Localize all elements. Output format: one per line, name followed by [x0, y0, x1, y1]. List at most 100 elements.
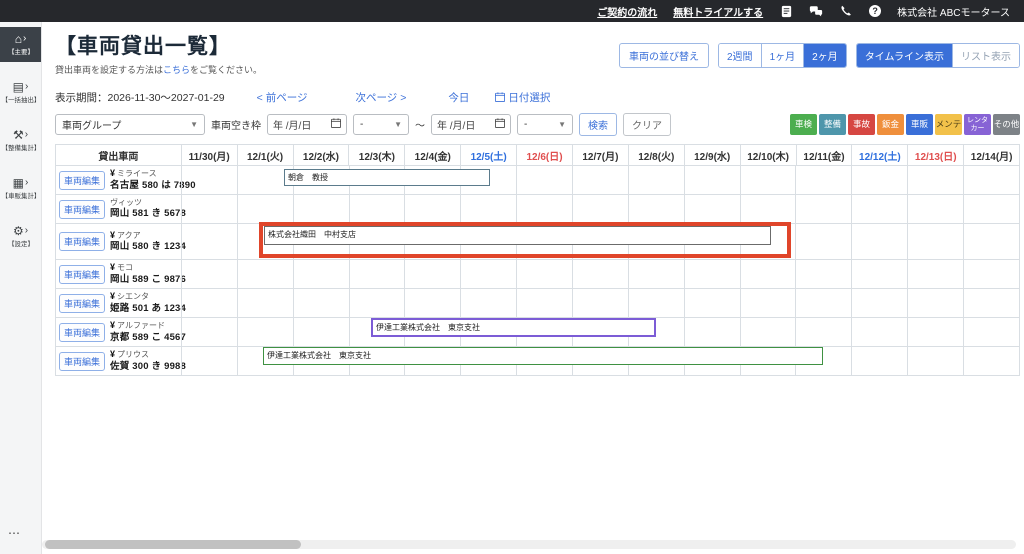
legend-button[interactable]: 事故 [848, 114, 875, 135]
day-cell[interactable] [740, 318, 796, 346]
day-cell[interactable] [404, 260, 460, 288]
day-cell[interactable] [181, 260, 237, 288]
help-here-link[interactable]: こちら [163, 65, 190, 75]
legend-button[interactable]: レンタカー [964, 114, 991, 135]
day-cell[interactable] [795, 195, 851, 223]
day-cell[interactable] [907, 224, 963, 259]
view-button[interactable]: リスト表示 [952, 44, 1019, 67]
day-cell[interactable] [516, 166, 572, 194]
day-cell[interactable] [851, 166, 907, 194]
day-cell[interactable] [907, 166, 963, 194]
start-date-input[interactable]: 年 /月/日 [267, 114, 347, 135]
day-cell[interactable] [237, 260, 293, 288]
day-cell[interactable] [851, 347, 907, 375]
sidebar-item[interactable]: ⚒›【整備集計】 [0, 123, 41, 158]
day-cell[interactable] [963, 347, 1019, 375]
day-cell[interactable] [404, 289, 460, 317]
day-cell[interactable] [963, 318, 1019, 346]
legend-button[interactable]: 整備 [819, 114, 846, 135]
day-cell[interactable] [572, 289, 628, 317]
day-cell[interactable] [293, 318, 349, 346]
start-time-select[interactable]: - ▼ [353, 114, 409, 135]
free-trial-link[interactable]: 無料トライアルする [673, 4, 763, 19]
vehicle-sort-button[interactable]: 車両の並び替え [619, 43, 709, 68]
horizontal-scrollbar[interactable] [42, 540, 1016, 549]
day-cell[interactable] [572, 195, 628, 223]
sidebar-item[interactable]: ▦›【車販集計】 [0, 171, 41, 206]
day-cell[interactable] [293, 195, 349, 223]
day-cell[interactable] [237, 195, 293, 223]
view-button[interactable]: タイムライン表示 [857, 44, 952, 67]
day-cell[interactable] [740, 195, 796, 223]
vehicle-edit-button[interactable]: 車両編集 [59, 352, 105, 371]
day-cell[interactable] [237, 318, 293, 346]
day-cell[interactable] [684, 260, 740, 288]
day-cell[interactable] [293, 289, 349, 317]
prev-page-link[interactable]: < 前ページ [257, 90, 308, 105]
day-cell[interactable] [181, 289, 237, 317]
gantt-bar[interactable]: 朝倉 教授 [284, 169, 490, 186]
day-cell[interactable] [349, 289, 405, 317]
day-cell[interactable] [907, 347, 963, 375]
today-link[interactable]: 今日 [448, 90, 469, 105]
day-cell[interactable] [740, 260, 796, 288]
day-cell[interactable] [963, 195, 1019, 223]
day-cell[interactable] [851, 318, 907, 346]
sidebar-item[interactable]: ▤›【一括抽出】 [0, 75, 41, 110]
day-cell[interactable] [851, 224, 907, 259]
clear-button[interactable]: クリア [623, 113, 671, 136]
day-cell[interactable] [740, 289, 796, 317]
vehicle-edit-button[interactable]: 車両編集 [59, 232, 105, 251]
day-cell[interactable] [795, 318, 851, 346]
day-cell[interactable] [963, 289, 1019, 317]
day-cell[interactable] [795, 224, 851, 259]
range-button[interactable]: 2ヶ月 [803, 44, 846, 67]
phone-icon[interactable] [839, 4, 853, 18]
day-cell[interactable] [851, 195, 907, 223]
day-cell[interactable] [404, 195, 460, 223]
next-page-link[interactable]: 次ページ > [355, 90, 406, 105]
gantt-bar[interactable]: 株式会社織田 中村支店 [264, 226, 771, 245]
day-cell[interactable] [795, 166, 851, 194]
day-cell[interactable] [851, 289, 907, 317]
day-cell[interactable] [460, 289, 516, 317]
day-cell[interactable] [572, 166, 628, 194]
day-cell[interactable] [851, 260, 907, 288]
day-cell[interactable] [237, 289, 293, 317]
legend-button[interactable]: メンテ [935, 114, 962, 135]
day-cell[interactable] [181, 224, 237, 259]
gantt-bar[interactable]: 伊達工業株式会社 東京支社 [263, 347, 823, 365]
sidebar-item[interactable]: ⚙›【設定】 [0, 219, 41, 254]
sidebar-more-button[interactable]: ⋯ [8, 526, 21, 540]
vehicle-group-select[interactable]: 車両グループ ▼ [55, 114, 205, 135]
day-cell[interactable] [795, 289, 851, 317]
vehicle-edit-button[interactable]: 車両編集 [59, 323, 105, 342]
help-icon[interactable]: ? [869, 5, 881, 17]
day-cell[interactable] [181, 195, 237, 223]
date-select-link[interactable]: 日付選択 [495, 90, 550, 105]
day-cell[interactable] [740, 166, 796, 194]
day-cell[interactable] [963, 224, 1019, 259]
legend-button[interactable]: その他 [993, 114, 1020, 135]
gantt-bar[interactable]: 伊達工業株式会社 東京支社 [371, 318, 656, 337]
day-cell[interactable] [684, 289, 740, 317]
day-cell[interactable] [181, 166, 237, 194]
day-cell[interactable] [907, 195, 963, 223]
day-cell[interactable] [795, 260, 851, 288]
day-cell[interactable] [628, 195, 684, 223]
day-cell[interactable] [516, 195, 572, 223]
vehicle-edit-button[interactable]: 車両編集 [59, 265, 105, 284]
day-cell[interactable] [293, 260, 349, 288]
day-cell[interactable] [572, 260, 628, 288]
day-cell[interactable] [516, 260, 572, 288]
day-cell[interactable] [628, 289, 684, 317]
day-cell[interactable] [349, 195, 405, 223]
day-cell[interactable] [963, 260, 1019, 288]
end-time-select[interactable]: - ▼ [517, 114, 573, 135]
end-date-input[interactable]: 年 /月/日 [431, 114, 511, 135]
range-button[interactable]: 2週間 [719, 44, 761, 67]
chat-icon[interactable] [809, 4, 823, 18]
day-cell[interactable] [684, 195, 740, 223]
legend-button[interactable]: 鈑金 [877, 114, 904, 135]
day-cell[interactable] [349, 260, 405, 288]
